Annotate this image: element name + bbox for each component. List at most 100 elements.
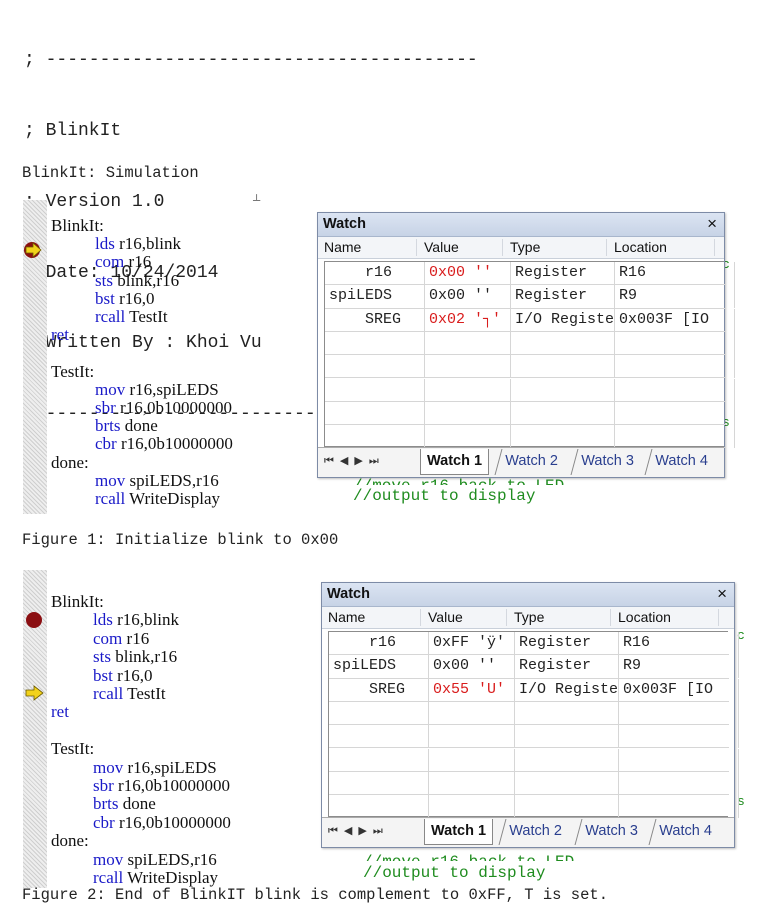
code-line: done: [51,453,89,472]
close-icon[interactable]: × [707,214,717,234]
code-line: ret [51,702,69,721]
column-header-name[interactable]: Name [328,609,365,625]
tab-label: Watch 2 [505,453,558,469]
code-text: r16 [124,252,152,272]
watch-cell-type [511,378,615,402]
watch-row[interactable] [329,748,739,772]
watch-cell-location [619,701,739,725]
column-header-name[interactable]: Name [324,239,361,255]
watch-cell-location [615,378,735,402]
code-keyword: mov [93,849,124,869]
code-text: r16,blink [112,610,179,630]
watch-cell-value [425,331,511,355]
code-line: cbr r16,0b10000000 [93,813,231,832]
watch-row[interactable]: spiLEDS 0x00 '' Register R9 [329,655,739,679]
watch-titlebar[interactable]: Watch × [322,583,734,607]
code-text: blink,r16 [112,270,180,290]
code-keyword: ret [51,702,69,722]
watch-cell-value: 0xFF 'ÿ' [429,632,515,655]
code-line: mov spiLEDS,r16 [93,850,217,869]
watch-row[interactable] [329,795,739,819]
watch-cell-location [619,748,739,772]
watch-title: Watch [327,586,370,602]
figure-2-screenshot: BlinkIt: lds r16,blink com r16 sts blink,r1… [23,570,745,888]
watch-row[interactable] [325,401,735,426]
column-header-type[interactable]: Type [514,609,544,625]
watch-row[interactable]: r16 0x00 '' Register R16 [325,262,735,286]
column-header-type[interactable]: Type [510,239,540,255]
watch-row[interactable]: spiLEDS 0x00 '' Register R9 [325,285,735,309]
watch-row[interactable]: SREG 0x02 '┐' I/O Register 0x003F [IO [325,308,735,332]
code-keyword: cbr [93,812,115,832]
code-text: r16,0b10000000 [113,776,230,795]
watch-window[interactable]: Watch × Name Value Type Location r16 0x00 '' Reg… [317,212,735,478]
watch-grid[interactable]: r16 0x00 '' Register R16 spiLEDS 0x00 '' Regis… [324,261,735,449]
tab-nav-arrows[interactable]: ⏮◀▶⏭ [328,824,389,838]
watch-cell-value: 0x00 '' [429,655,515,679]
watch-row[interactable] [325,355,735,379]
watch-row[interactable] [329,771,739,796]
close-icon[interactable]: × [717,584,727,604]
watch-cell-type: I/O Register [511,308,615,332]
watch-row[interactable] [329,725,739,749]
watch-titlebar[interactable]: Watch × [318,213,724,237]
code-line: bst r16,0 [95,289,155,308]
breakpoint-icon[interactable] [26,612,42,628]
code-line: sts blink,r16 [95,271,179,290]
code-text: r16,blink [114,234,181,254]
tab-watch-2[interactable]: Watch 2 [494,449,568,475]
code-line: lds r16,blink [95,234,181,253]
code-line: com r16 [93,629,149,648]
watch-cell-type [515,701,619,725]
watch-row[interactable] [325,378,735,402]
code-keyword: rcall [93,868,124,887]
watch-cell-value [429,701,515,725]
watch-row[interactable] [325,425,735,449]
watch-cell-name: spiLEDS [329,655,429,679]
watch-row[interactable]: r16 0xFF 'ÿ' Register R16 [329,632,739,656]
code-text: r16 [122,628,150,648]
tab-watch-3[interactable]: Watch 3 [574,819,648,845]
watch-cell-type: I/O Register [515,678,619,702]
watch-grid[interactable]: r16 0xFF 'ÿ' Register R16 spiLEDS 0x00 '' Regi… [328,631,739,819]
watch-window[interactable]: Watch × Name Value Type Location r16 0xFF 'ÿ' Re… [321,582,739,848]
tab-watch-3[interactable]: Watch 3 [570,449,644,475]
watch-cell-name [329,771,429,795]
column-header-value[interactable]: Value [424,239,459,255]
tab-watch-1[interactable]: Watch 1 [420,449,490,475]
tab-label: Watch 1 [431,823,487,839]
watch-row[interactable]: SREG 0x55 'U' I/O Register 0x003F [IO [329,678,739,702]
watch-row[interactable] [329,701,739,726]
column-header-location[interactable]: Location [614,239,667,255]
watch-cell-name: r16 [329,632,429,655]
watch-cell-value [425,378,511,402]
code-keyword: sbr [95,398,116,417]
code-text: r16,spiLEDS [125,379,219,399]
tab-watch-2[interactable]: Watch 2 [498,819,572,845]
code-text: TestIt [125,307,168,326]
watch-cell-name: SREG [325,308,425,332]
tab-nav-arrows[interactable]: ⏮◀▶⏭ [324,454,385,468]
code-text: blink,r16 [110,647,178,667]
code-text: BlinkIt: [51,592,104,611]
code-fragment: ┴ [253,194,261,208]
code-line: bst r16,0 [93,666,153,685]
column-header-location[interactable]: Location [618,609,671,625]
figure-caption: Figure 2: End of BlinkIT blink is comple… [22,886,608,904]
code-keyword: com [95,252,125,272]
watch-title: Watch [323,216,366,232]
watch-cell-name [329,725,429,749]
watch-tabs: ⏮◀▶⏭ Watch 1 Watch 2 Watch 3 Watch 4 [322,817,734,847]
code-keyword: sbr [93,776,114,795]
tab-label: Watch 2 [509,823,562,839]
code-keyword: com [93,628,123,648]
column-header-value[interactable]: Value [428,609,463,625]
watch-row[interactable] [325,331,735,356]
tab-watch-4[interactable]: Watch 4 [644,449,718,475]
code-line: rcall TestIt [95,307,168,326]
code-text: TestIt [123,684,166,703]
tab-watch-1[interactable]: Watch 1 [424,819,494,845]
watch-cell-value: 0x55 'U' [429,678,515,702]
tab-watch-4[interactable]: Watch 4 [648,819,722,845]
code-text: r16,0b10000000 [114,812,231,832]
